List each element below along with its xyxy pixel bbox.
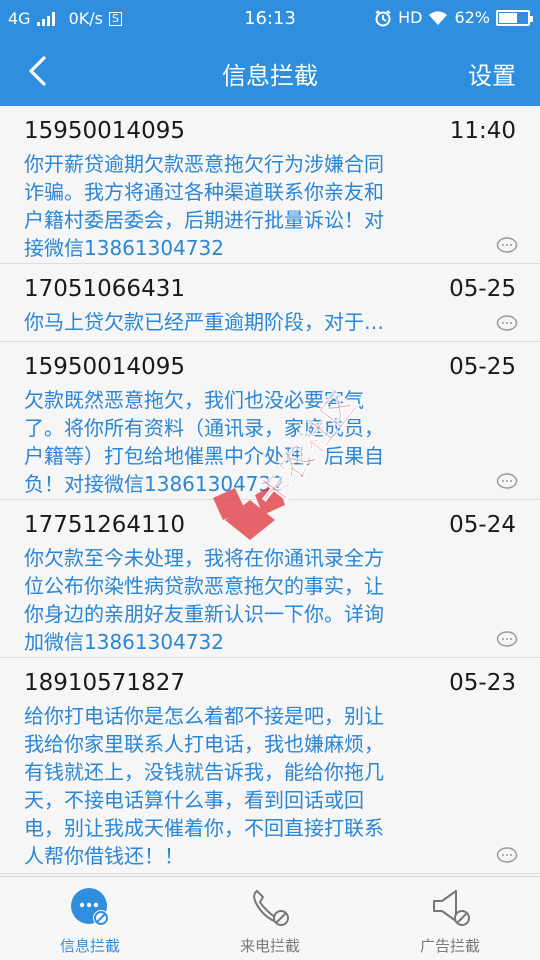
chat-bubble-icon[interactable]	[496, 631, 518, 649]
tab-label: 来电拦截	[239, 937, 300, 955]
bottom-tab-bar: 信息拦截 来电拦截 广告拦截	[0, 876, 540, 960]
sender-number: 15950014095	[24, 118, 185, 144]
alarm-icon	[375, 9, 391, 26]
message-line: 你欠款至今未处理，我将在你通讯录全方	[24, 546, 384, 570]
message-line: 天，不接电话算什么事，看到回话或回	[24, 788, 364, 812]
ad-block-icon	[433, 890, 470, 926]
phone-block-icon	[253, 889, 289, 926]
message-line: 户籍村委居委会，后期进行批量诉讼！对	[24, 208, 384, 232]
message-item[interactable]: 18910571827 05-23 给你打电话你是怎么着都不接是吧，别让 我给你…	[0, 658, 540, 874]
sender-number: 15950014095	[24, 354, 185, 380]
message-body: 你马上贷欠款已经严重逾期阶段，对于…	[24, 310, 384, 334]
message-line: 你身边的亲朋好友重新认识一下你。详询	[24, 602, 384, 626]
message-time: 05-25	[449, 354, 516, 380]
sender-number: 18910571827	[24, 670, 185, 696]
message-line: 位公布你染性病贷款恶意拖欠的事实，让	[24, 574, 384, 598]
page-title: 信息拦截	[222, 62, 318, 90]
chat-bubble-icon[interactable]	[496, 237, 518, 255]
message-line: 接微信13861304732	[24, 236, 224, 260]
message-item[interactable]: 17751264110 05-24 你欠款至今未处理，我将在你通讯录全方 位公布…	[0, 500, 540, 658]
message-line: 人帮你借钱还！！	[24, 844, 184, 868]
chat-bubble-icon[interactable]	[496, 473, 518, 491]
message-block-icon	[71, 888, 109, 926]
chat-bubble-icon[interactable]	[496, 847, 518, 865]
message-body: 欠款既然恶意拖欠，我们也没必要客气 了。将你所有资料（通讯录，家庭成员， 户籍等…	[24, 386, 444, 498]
title-bar: 信息拦截 设置	[0, 36, 540, 106]
message-item[interactable]: 15950014095 05-25 欠款既然恶意拖欠，我们也没必要客气 了。将你…	[0, 342, 540, 500]
message-line: 户籍等）打包给地催黑中介处理，后果自	[24, 444, 384, 468]
message-line: 负！对接微信13861304732	[24, 472, 284, 496]
message-line: 给你打电话你是怎么着都不接是吧，别让	[24, 704, 384, 728]
settings-button[interactable]: 设置	[468, 56, 516, 91]
message-line: 了。将你所有资料（通讯录，家庭成员，	[24, 416, 384, 440]
message-time: 11:40	[449, 118, 516, 144]
tab-message-block[interactable]: 信息拦截	[0, 877, 180, 960]
message-time: 05-25	[449, 276, 516, 302]
message-time: 05-23	[449, 670, 516, 696]
wifi-icon	[429, 10, 448, 25]
message-item[interactable]: 15950014095 11:40 你开薪贷逾期欠款恶意拖欠行为涉嫌合同 诈骗。…	[0, 106, 540, 264]
status-bar: 4G 0K/s S 16:13 HD 62%	[0, 0, 540, 36]
tab-call-block[interactable]: 来电拦截	[180, 877, 360, 960]
chat-bubble-icon[interactable]	[496, 315, 518, 333]
battery-icon	[496, 9, 533, 26]
message-body: 你开薪贷逾期欠款恶意拖欠行为涉嫌合同 诈骗。我方将通过各种渠道联系你亲友和 户籍…	[24, 150, 444, 262]
tab-ad-block[interactable]: 广告拦截	[360, 877, 540, 960]
message-line: 欠款既然恶意拖欠，我们也没必要客气	[24, 388, 364, 412]
message-line: 我给你家里联系人打电话，我也嫌麻烦，	[24, 732, 384, 756]
message-line: 诈骗。我方将通过各种渠道联系你亲友和	[24, 180, 384, 204]
message-line: 你开薪贷逾期欠款恶意拖欠行为涉嫌合同	[24, 152, 384, 176]
message-body: 你欠款至今未处理，我将在你通讯录全方 位公布你染性病贷款恶意拖欠的事实，让 你身…	[24, 544, 444, 656]
hd-label: HD	[398, 8, 423, 27]
message-list: 15950014095 11:40 你开薪贷逾期欠款恶意拖欠行为涉嫌合同 诈骗。…	[0, 106, 540, 876]
message-time: 05-24	[449, 512, 516, 538]
message-line: 有钱就还上，没钱就告诉我，能给你拖几	[24, 760, 384, 784]
tab-label: 信息拦截	[59, 937, 120, 955]
message-body: 给你打电话你是怎么着都不接是吧，别让 我给你家里联系人打电话，我也嫌麻烦， 有钱…	[24, 702, 444, 870]
message-item[interactable]: 17051066431 05-25 你马上贷欠款已经严重逾期阶段，对于…	[0, 264, 540, 342]
message-line: 电，别让我成天催着你，不回直接打联系	[24, 816, 384, 840]
battery-percent: 62%	[454, 8, 490, 27]
tab-label: 广告拦截	[419, 937, 480, 955]
message-line: 加微信13861304732	[24, 630, 224, 654]
sender-number: 17751264110	[24, 512, 185, 538]
sender-number: 17051066431	[24, 276, 185, 302]
